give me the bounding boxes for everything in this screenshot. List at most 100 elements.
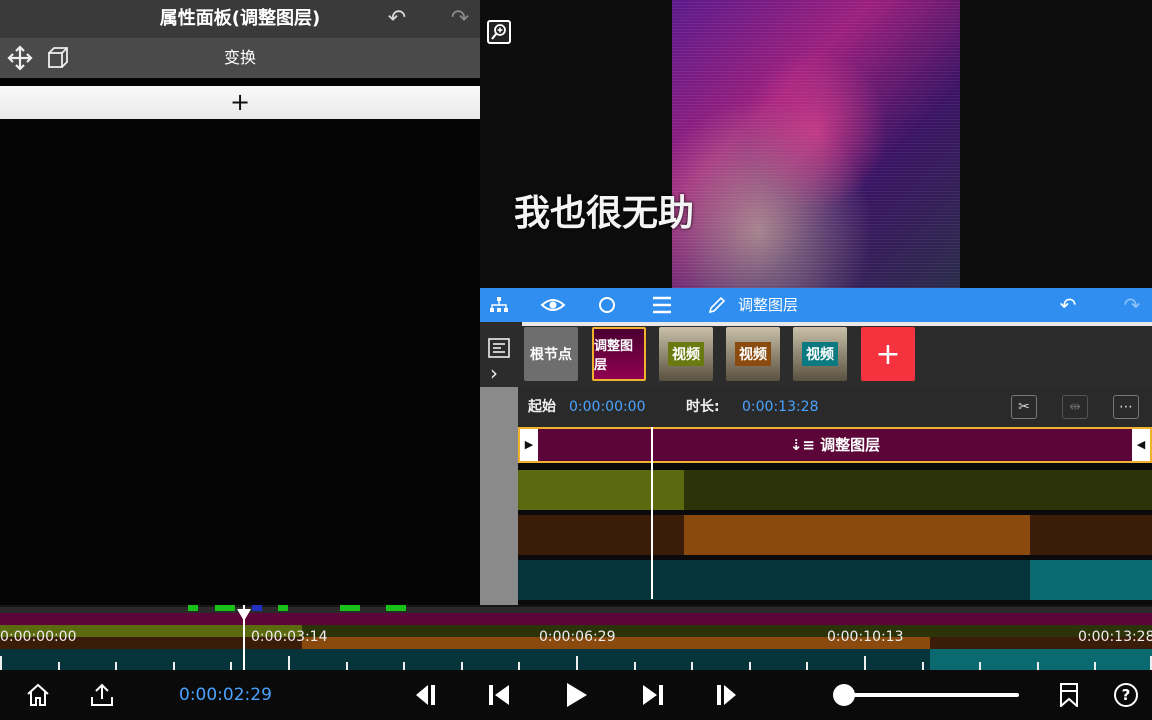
overview-tick bbox=[288, 656, 290, 670]
video-preview[interactable]: 我也很无助 bbox=[480, 0, 1152, 288]
time-mark: 0:00:06:29 bbox=[539, 629, 616, 645]
layer-node-label: 调整图层 bbox=[594, 339, 634, 373]
video-track-3[interactable] bbox=[518, 560, 1152, 600]
overview-tick bbox=[0, 656, 2, 670]
layer-node-root[interactable]: 根节点 bbox=[524, 327, 578, 381]
overview-tick bbox=[172, 662, 175, 670]
timeline-overview[interactable]: 0:00:00:00 0:00:03:14 0:00:06:29 0:00:10… bbox=[0, 605, 1152, 670]
layer-node-label: 视频 bbox=[802, 342, 838, 366]
undo-icon[interactable]: ↶ bbox=[1051, 288, 1085, 322]
add-property-button[interactable]: + bbox=[0, 86, 480, 119]
adjust-clip-text: 调整图层 bbox=[820, 436, 881, 454]
split-icon[interactable]: ⇹ bbox=[1062, 395, 1088, 419]
export-icon[interactable] bbox=[82, 670, 122, 720]
overview-tick bbox=[806, 662, 809, 670]
layer-node-label: 视频 bbox=[735, 342, 771, 366]
duration-label: 时长: bbox=[686, 399, 720, 415]
redo-icon[interactable]: ↷ bbox=[1115, 288, 1149, 322]
help-icon[interactable]: ? bbox=[1106, 670, 1146, 720]
scissors-icon[interactable]: ✂ bbox=[1011, 395, 1037, 419]
svg-text:?: ? bbox=[1122, 686, 1131, 704]
marker bbox=[188, 605, 198, 611]
skip-to-start-icon[interactable] bbox=[479, 670, 519, 720]
home-icon[interactable] bbox=[18, 670, 58, 720]
overview-tick bbox=[57, 662, 60, 670]
list-icon[interactable] bbox=[488, 338, 510, 358]
time-mark: 0:00:13:28 bbox=[1078, 629, 1152, 645]
overview-tick bbox=[1094, 662, 1097, 670]
duration-value[interactable]: 0:00:13:28 bbox=[742, 387, 819, 427]
video-frame bbox=[672, 0, 960, 288]
volume-slider-thumb[interactable] bbox=[833, 684, 855, 706]
menu-icon[interactable] bbox=[645, 288, 679, 322]
overview-tick bbox=[115, 662, 118, 670]
layer-node-video[interactable]: 视频 bbox=[726, 327, 780, 381]
chevron-right-icon[interactable]: › bbox=[490, 362, 508, 384]
overview-tick bbox=[230, 662, 233, 670]
time-mark: 0:00:03:14 bbox=[251, 629, 328, 645]
prev-keyframe-icon[interactable] bbox=[403, 670, 443, 720]
video-clip[interactable] bbox=[1030, 560, 1152, 600]
marker bbox=[386, 605, 406, 611]
circle-icon[interactable] bbox=[590, 288, 624, 322]
overview-tick bbox=[633, 662, 636, 670]
overview-tick bbox=[748, 662, 751, 670]
strip-side-controls: › bbox=[480, 322, 518, 387]
layer-node-label: 根节点 bbox=[530, 347, 572, 363]
video-track-2[interactable] bbox=[518, 515, 1152, 555]
layer-node-adjust[interactable]: 调整图层 bbox=[592, 327, 646, 381]
pencil-icon[interactable] bbox=[700, 288, 734, 322]
overview-tick bbox=[460, 662, 463, 670]
layer-node-video[interactable]: 视频 bbox=[793, 327, 847, 381]
undo-icon[interactable]: ↶ bbox=[379, 0, 415, 38]
layer-node-video[interactable]: 视频 bbox=[659, 327, 713, 381]
clip-end-handle[interactable]: ◀ bbox=[1132, 429, 1150, 461]
start-label: 起始 bbox=[528, 399, 556, 415]
marker bbox=[340, 605, 360, 611]
marker bbox=[278, 605, 288, 611]
timeline-gutter bbox=[480, 387, 518, 605]
overview-tick bbox=[518, 662, 521, 670]
property-panel-header: 属性面板(调整图层) ↶ ↷ bbox=[0, 0, 480, 38]
time-mark: 0:00:10:13 bbox=[827, 629, 904, 645]
overview-playhead[interactable] bbox=[237, 605, 251, 670]
overview-tick bbox=[864, 656, 866, 670]
tab-transform[interactable]: 变换 bbox=[0, 38, 480, 78]
eye-icon[interactable] bbox=[536, 288, 570, 322]
adjust-clip-label: ⇣≡ 调整图层 bbox=[789, 436, 881, 454]
property-tabs: 变换 bbox=[0, 38, 480, 78]
hierarchy-icon[interactable] bbox=[482, 288, 516, 322]
overview-tick bbox=[921, 662, 924, 670]
overview-tick bbox=[576, 656, 578, 670]
add-layer-button[interactable]: + bbox=[861, 327, 915, 381]
strip-divider bbox=[522, 322, 1152, 326]
start-value[interactable]: 0:00:00:00 bbox=[569, 387, 646, 427]
play-icon[interactable] bbox=[556, 670, 596, 720]
bookmark-icon[interactable] bbox=[1049, 670, 1089, 720]
zoom-icon[interactable] bbox=[487, 20, 511, 44]
subtitle-text: 我也很无助 bbox=[514, 192, 695, 234]
layer-toolbar: 调整图层 ↶ ↷ bbox=[480, 288, 1152, 322]
cube-icon[interactable] bbox=[44, 44, 72, 72]
overview-tick bbox=[403, 662, 406, 670]
adjust-layer-clip[interactable]: ▶ ⇣≡ 调整图层 ◀ bbox=[518, 427, 1152, 463]
overview-tick bbox=[691, 662, 694, 670]
overview-tick bbox=[979, 662, 982, 670]
overview-tick bbox=[1036, 662, 1039, 670]
layer-node-label: 视频 bbox=[668, 342, 704, 366]
move-icon[interactable] bbox=[4, 42, 36, 74]
overview-tick bbox=[345, 662, 348, 670]
next-keyframe-icon[interactable] bbox=[709, 670, 749, 720]
video-clip[interactable] bbox=[684, 515, 1030, 555]
overview-adjust-band bbox=[0, 613, 1152, 625]
timeline-playhead[interactable] bbox=[651, 427, 653, 599]
video-clip[interactable] bbox=[518, 470, 684, 510]
marker bbox=[215, 605, 235, 611]
more-icon[interactable]: ⋯ bbox=[1113, 395, 1139, 419]
timeline[interactable]: ▶ ⇣≡ 调整图层 ◀ bbox=[518, 427, 1152, 605]
layer-name-label[interactable]: 调整图层 bbox=[738, 288, 798, 322]
redo-icon[interactable]: ↷ bbox=[442, 0, 478, 38]
volume-slider-track[interactable] bbox=[843, 693, 1019, 697]
video-track-1[interactable] bbox=[518, 470, 1152, 510]
skip-to-end-icon[interactable] bbox=[633, 670, 673, 720]
